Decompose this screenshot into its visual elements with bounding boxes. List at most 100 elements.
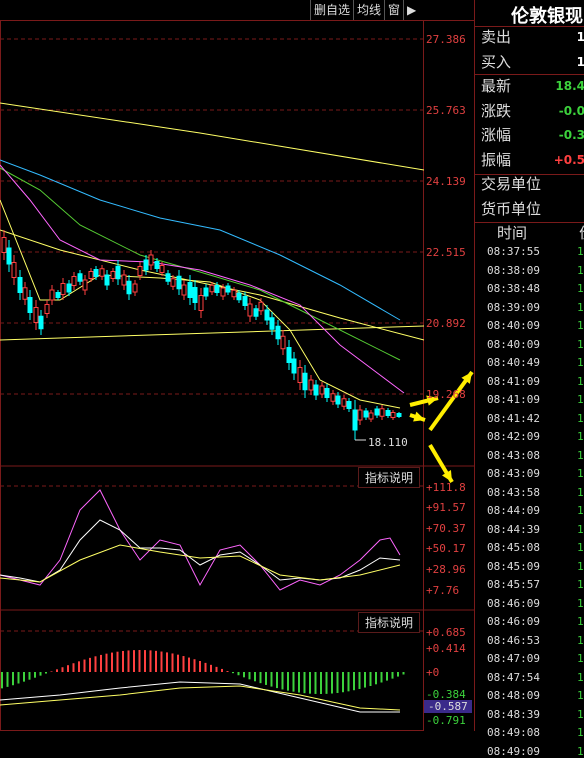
candle-body bbox=[104, 274, 110, 286]
candle-body bbox=[1, 237, 7, 253]
macd-label: +0 bbox=[426, 666, 440, 679]
indicator-label: +70.37 bbox=[426, 522, 466, 535]
indicator-help-button[interactable]: 指标说明 bbox=[358, 612, 421, 633]
candle-body bbox=[346, 401, 352, 409]
candle-body bbox=[264, 309, 270, 321]
low-price-marker: 18.110 bbox=[368, 436, 408, 449]
tick-time: 08:37:55 bbox=[487, 245, 540, 258]
tick-time: 08:40:09 bbox=[487, 319, 540, 332]
tick-time: 08:48:09 bbox=[487, 689, 540, 702]
candle-body bbox=[159, 265, 165, 273]
candle-body bbox=[49, 289, 55, 301]
candle-body bbox=[110, 271, 116, 279]
quote-row-label: 振幅 bbox=[481, 150, 512, 169]
candle-body bbox=[148, 254, 154, 266]
tick-time: 08:49:09 bbox=[487, 744, 540, 758]
oscillator-k-line bbox=[0, 489, 401, 591]
delete-watchlist-button[interactable]: 删自选 bbox=[310, 0, 353, 20]
candle-body bbox=[335, 395, 341, 405]
candle-body bbox=[313, 384, 319, 396]
candle-body bbox=[66, 283, 72, 293]
quote-row-value: 1 bbox=[576, 30, 584, 44]
tick-price: 18 bbox=[577, 356, 584, 369]
candle-body bbox=[352, 409, 358, 431]
ma-line-green bbox=[0, 167, 401, 361]
indicator-label: +91.57 bbox=[426, 501, 466, 514]
tick-price: 18 bbox=[577, 263, 584, 277]
candle-body bbox=[198, 295, 204, 311]
quote-row-label: 最新 bbox=[481, 77, 512, 95]
candle-body bbox=[143, 259, 149, 271]
candle-body bbox=[93, 269, 99, 277]
macd-dif-line bbox=[0, 681, 400, 713]
tick-price: 18 bbox=[577, 319, 584, 332]
price-label: 24.139 bbox=[426, 175, 466, 188]
candle-body bbox=[357, 409, 363, 421]
quote-row-value: -0.0 bbox=[558, 103, 584, 118]
tick-price: 18 bbox=[577, 670, 584, 684]
tick-price: 18 bbox=[577, 541, 584, 554]
candle-body bbox=[330, 393, 336, 402]
candle-body bbox=[258, 301, 264, 312]
tick-price: 18 bbox=[577, 689, 584, 702]
price-label: 20.892 bbox=[426, 317, 466, 330]
candle-body bbox=[341, 398, 347, 407]
price-label: 27.386 bbox=[426, 33, 466, 46]
ma-line-flat bbox=[0, 325, 425, 341]
candle-body bbox=[242, 296, 248, 306]
candle-body bbox=[44, 304, 50, 314]
tick-time: 08:47:09 bbox=[487, 652, 540, 665]
tick-time: 08:43:58 bbox=[487, 485, 540, 499]
candle-body bbox=[27, 297, 33, 313]
macd-dea-line bbox=[0, 685, 401, 711]
chart-area[interactable]: 删自选 均线 窗 ▶ 27.386 25.763 24.139 22.515 2… bbox=[0, 0, 474, 731]
tick-price: 18 bbox=[577, 448, 584, 462]
candle-body bbox=[99, 268, 105, 277]
candle-body bbox=[286, 347, 292, 363]
oscillator-j-line bbox=[0, 544, 401, 583]
candle-body bbox=[209, 284, 215, 293]
tick-time: 08:45:08 bbox=[487, 541, 540, 554]
quote-row-value: 18.4 bbox=[555, 79, 584, 93]
quote-row-value: 1 bbox=[576, 54, 584, 69]
chart-toolbar: 删自选 均线 窗 ▶ bbox=[310, 0, 419, 20]
macd-label: +0.414 bbox=[426, 642, 466, 655]
candle-body bbox=[17, 277, 23, 293]
candle-body bbox=[6, 247, 12, 265]
candle-body bbox=[60, 283, 66, 295]
quote-row-label: 卖出 bbox=[481, 28, 512, 46]
tick-price: 18 bbox=[577, 726, 584, 739]
tick-price: 18 bbox=[577, 337, 584, 351]
tick-price: 18 bbox=[577, 615, 584, 628]
candle-body bbox=[203, 287, 209, 297]
tick-price: 18 bbox=[577, 652, 584, 665]
window-button[interactable]: 窗 bbox=[384, 0, 403, 20]
candle-body bbox=[390, 412, 396, 418]
tick-time: 08:38:48 bbox=[487, 282, 540, 295]
quote-panel: 伦敦银现 卖出 1 买入 1 最新 18.4 涨跌 -0.0 涨幅 -0.3 振幅 +0.5 交易单位货… bbox=[474, 0, 584, 758]
candle-body bbox=[11, 262, 17, 278]
tick-time: 08:44:09 bbox=[487, 504, 540, 517]
macd-current-label: -0.587 bbox=[424, 700, 472, 713]
tick-time: 08:42:09 bbox=[487, 430, 540, 443]
macd-label: -0.791 bbox=[426, 714, 466, 727]
tick-price: 18 bbox=[577, 467, 584, 480]
price-label: 19.268 bbox=[426, 388, 466, 401]
tick-time: 08:41:09 bbox=[487, 374, 540, 388]
candle-body bbox=[396, 413, 402, 417]
candle-body bbox=[231, 289, 237, 298]
quote-row-label: 交易单位 bbox=[481, 175, 542, 193]
tick-time: 08:46:09 bbox=[487, 615, 540, 628]
quote-row-label: 买入 bbox=[481, 52, 512, 71]
candle-body bbox=[115, 265, 121, 280]
moving-average-button[interactable]: 均线 bbox=[353, 0, 384, 20]
tick-price: 18 bbox=[577, 485, 584, 499]
tick-time: 08:38:09 bbox=[487, 263, 540, 277]
indicator-help-button[interactable]: 指标说明 bbox=[358, 467, 421, 488]
tick-time: 08:40:49 bbox=[487, 356, 540, 369]
oscillator-d-line bbox=[0, 519, 401, 583]
quote-row-label: 涨幅 bbox=[481, 126, 512, 144]
tick-price: 18 bbox=[577, 744, 584, 758]
play-icon[interactable]: ▶ bbox=[403, 0, 419, 20]
tick-time: 08:39:09 bbox=[487, 300, 540, 314]
